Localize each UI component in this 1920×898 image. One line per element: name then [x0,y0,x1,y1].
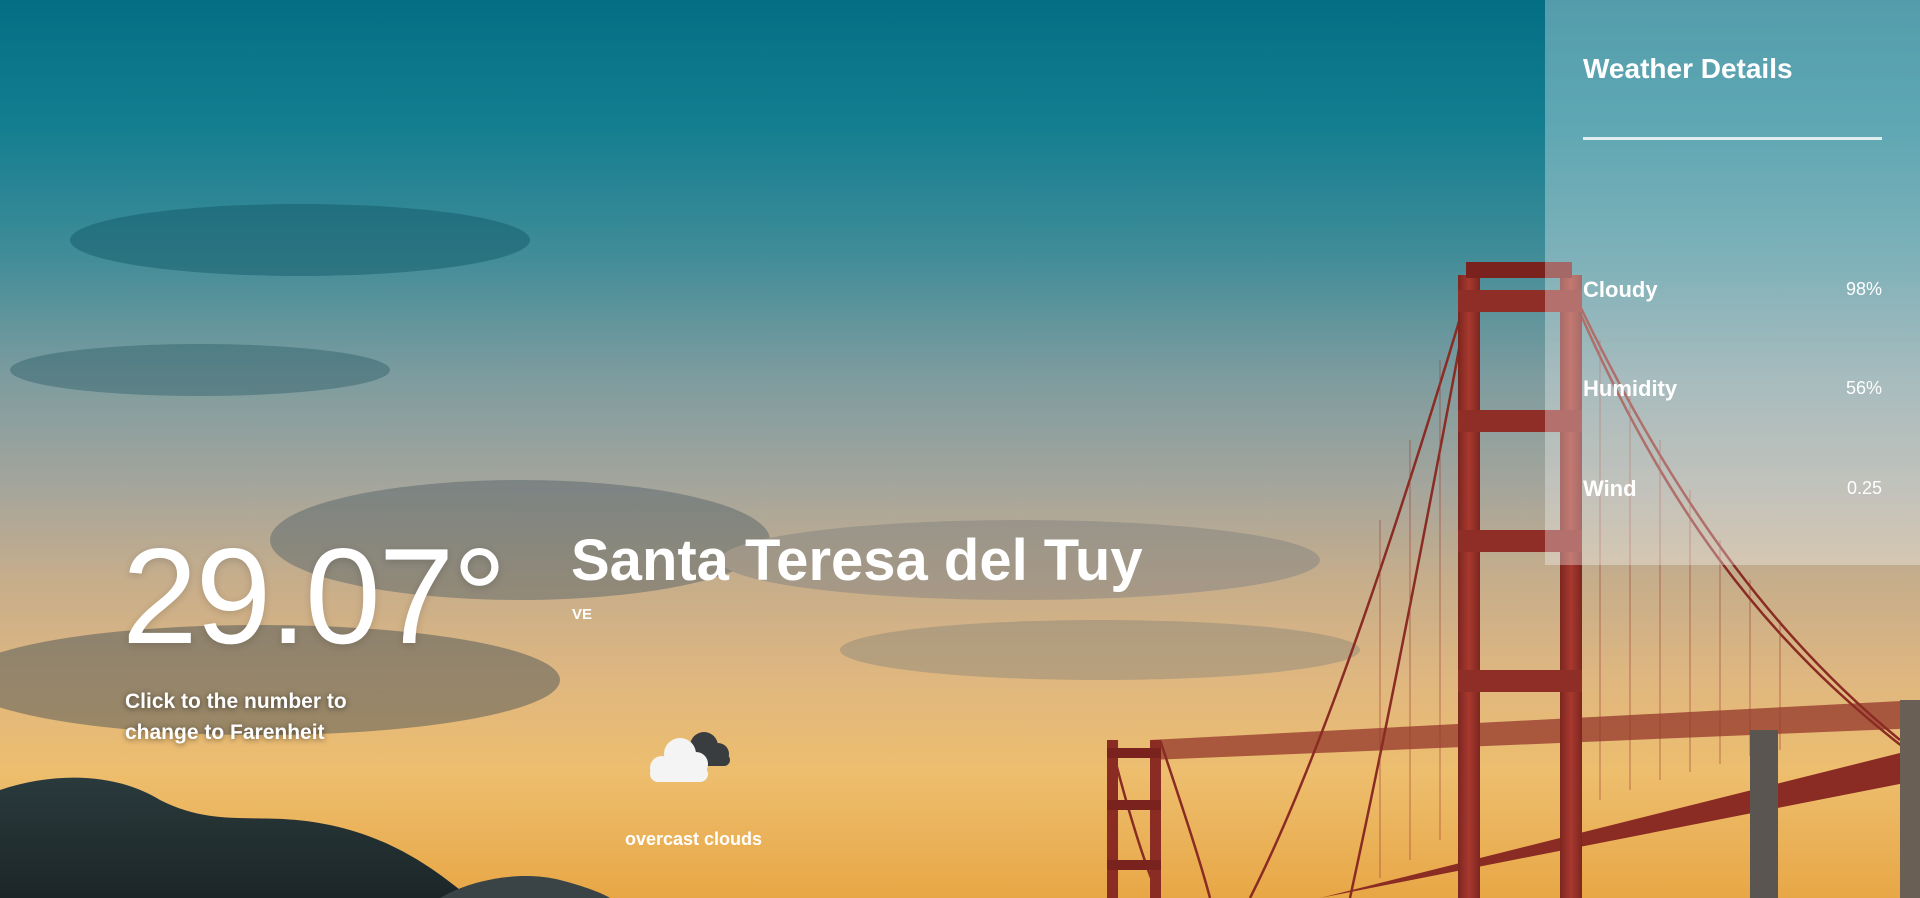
detail-label: Cloudy [1583,277,1658,302]
detail-label: Wind [1583,476,1637,501]
condition-text: overcast clouds [625,829,763,849]
detail-row-wind: Wind 0.25 [1583,476,1882,506]
weather-details-panel: Weather Details Cloudy 98% Humidity 56% … [1545,0,1920,565]
city-name: Santa Teresa del Tuy [571,528,1143,593]
panel-title: Weather Details [1583,53,1793,84]
weather-app: 29.07° Click to the number to change to … [0,0,1920,898]
detail-row-humidity: Humidity 56% [1583,376,1882,406]
unit-toggle-hint: Click to the number to change to Farenhe… [125,690,347,744]
panel-divider [1583,137,1882,140]
country-code: VE [572,606,593,623]
detail-label: Humidity [1583,376,1678,401]
cloud-icon [650,732,730,782]
hills [0,777,470,898]
detail-value: 98% [1845,279,1882,299]
detail-row-cloudy: Cloudy 98% [1583,277,1882,307]
detail-value: 0.25 [1846,478,1882,498]
detail-value: 56% [1845,378,1882,398]
temperature-value[interactable]: 29.07° [122,528,507,664]
